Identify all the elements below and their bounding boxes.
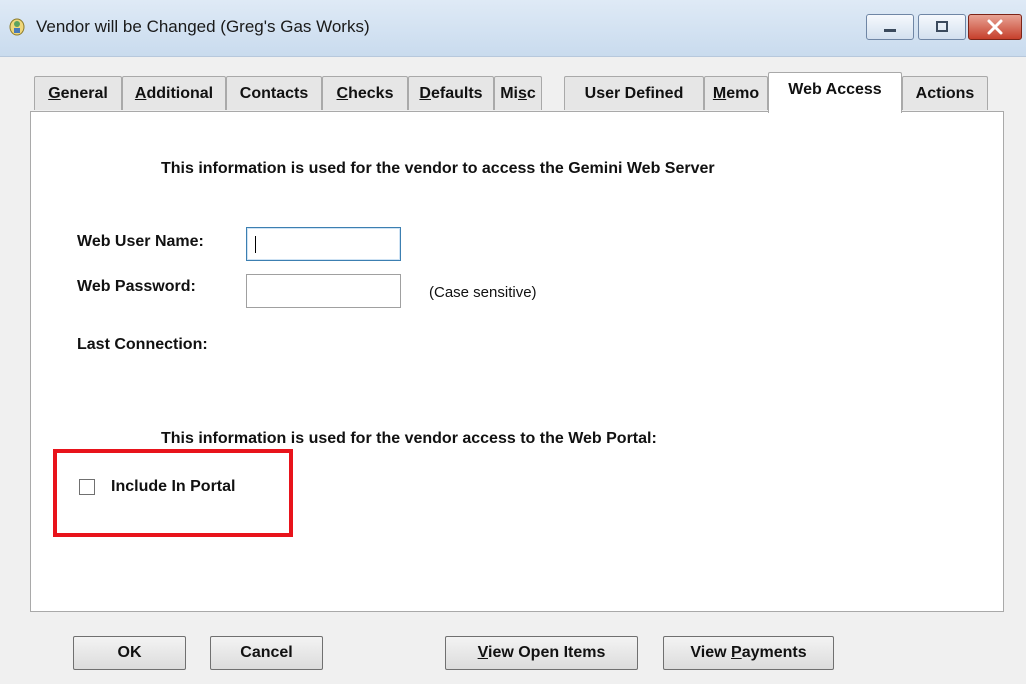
tab-misc[interactable]: Misc	[494, 76, 542, 110]
text-caret	[255, 236, 256, 253]
tab-additional[interactable]: Additional	[122, 76, 226, 110]
minimize-button[interactable]	[866, 14, 914, 40]
web-user-name-input[interactable]	[246, 227, 401, 261]
maximize-button[interactable]	[918, 14, 966, 40]
app-icon	[9, 18, 25, 36]
view-open-items-button[interactable]: View Open Items	[445, 636, 638, 670]
web-user-name-label: Web User Name:	[77, 233, 204, 250]
restore-icon	[936, 21, 948, 32]
tab-defaults[interactable]: Defaults	[408, 76, 494, 110]
close-button[interactable]	[968, 14, 1022, 40]
web-password-input[interactable]	[246, 274, 401, 308]
highlight-annotation-box	[53, 449, 293, 537]
tab-actions[interactable]: Actions	[902, 76, 988, 110]
cancel-button[interactable]: Cancel	[210, 636, 323, 670]
ok-button[interactable]: OK	[73, 636, 186, 670]
view-payments-button[interactable]: View Payments	[663, 636, 834, 670]
web-password-label: Web Password:	[77, 278, 196, 295]
last-connection-label: Last Connection:	[77, 336, 208, 353]
tab-memo[interactable]: Memo	[704, 76, 768, 110]
close-icon	[987, 19, 1003, 35]
tab-general[interactable]: General	[34, 76, 122, 110]
window-title: Vendor will be Changed (Greg's Gas Works…	[36, 17, 370, 36]
password-hint: (Case sensitive)	[429, 284, 537, 301]
tab-contacts[interactable]: Contacts	[226, 76, 322, 110]
portal-info-text: This information is used for the vendor …	[161, 430, 657, 447]
tab-checks[interactable]: Checks	[322, 76, 408, 110]
tab-user-defined[interactable]: User Defined	[564, 76, 704, 110]
title-bar[interactable]: Vendor will be Changed (Greg's Gas Works…	[0, 0, 1026, 57]
tab-web-access[interactable]: Web Access	[768, 72, 902, 113]
minimize-icon	[884, 29, 896, 32]
server-info-text: This information is used for the vendor …	[161, 160, 715, 177]
